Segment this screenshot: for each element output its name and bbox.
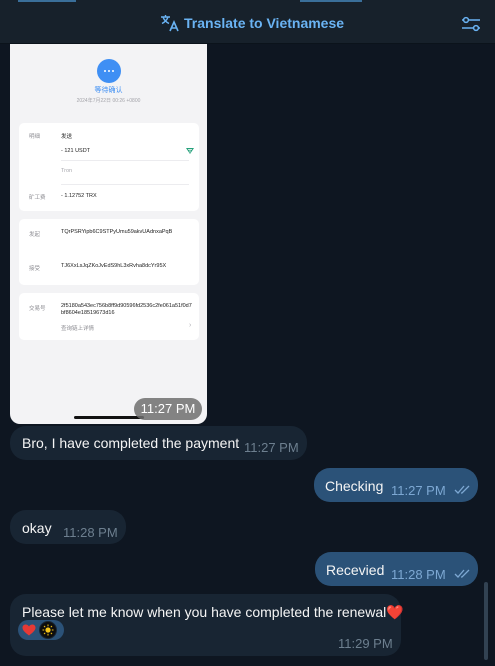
payment-screenshot[interactable]: 等待确认 2024年7月22日 00:26 +0800 明细 发送 - 121 …: [10, 44, 207, 424]
message-text: Checking: [325, 478, 384, 494]
txid-label: 交易号: [29, 306, 46, 312]
image-timestamp: 11:27 PM: [134, 398, 202, 420]
message-text: okay: [22, 520, 52, 536]
header-accent: [300, 0, 362, 2]
translate-icon: [161, 15, 179, 32]
translate-label: Translate to Vietnamese: [184, 15, 345, 31]
message-text: Please let me know when you have complet…: [22, 604, 404, 620]
detail-card: 明细 发送 - 121 USDT Tron 矿工费 - 1.12752 TRX: [19, 123, 199, 211]
chevron-right-icon: ›: [189, 322, 192, 329]
message-time: 11:28 PM: [63, 525, 118, 540]
message-incoming[interactable]: okay 11:28 PM: [10, 510, 126, 544]
pending-icon: [97, 59, 121, 83]
message-incoming[interactable]: Bro, I have completed the payment 11:27 …: [10, 426, 307, 460]
home-indicator: [74, 416, 144, 419]
fee-label: 矿工费: [29, 195, 46, 201]
message-time: 11:27 PM: [391, 483, 446, 498]
message-text: Bro, I have completed the payment: [22, 435, 240, 451]
detail-label: 明细: [29, 134, 41, 140]
reaction-chip[interactable]: [18, 620, 64, 640]
txid-value: 2f5180a543ec756b8ff9d90596fd2536c2fe061a…: [61, 303, 192, 316]
to-label: 接受: [29, 266, 41, 272]
message-text: Recevied: [326, 562, 385, 578]
network-value: Tron: [61, 168, 73, 174]
divider: [61, 160, 189, 161]
double-check-icon: [454, 485, 470, 494]
message-outgoing[interactable]: Checking 11:27 PM: [314, 468, 478, 502]
amount-value: - 121 USDT: [61, 148, 91, 154]
message-time: 11:27 PM: [244, 440, 299, 455]
heart-icon: [21, 622, 37, 638]
header-accent: [18, 0, 76, 2]
address-card: 发起 TQrPSRYipb6C9STPyUmu59akvUAdnxaPqB 接受…: [19, 219, 199, 285]
sliders-icon[interactable]: [461, 16, 481, 32]
send-label: 发送: [61, 134, 73, 140]
message-incoming[interactable]: Please let me know when you have complet…: [10, 594, 404, 656]
message-time: 11:29 PM: [338, 636, 393, 651]
heart-emoji: ❤️: [386, 604, 404, 620]
message-outgoing[interactable]: Recevied 11:28 PM: [315, 552, 478, 586]
reactor-avatar: [39, 621, 57, 639]
divider: [61, 184, 189, 185]
translate-button[interactable]: Translate to Vietnamese: [160, 14, 344, 32]
fee-value: - 1.12752 TRX: [61, 193, 97, 199]
to-address: TJ6XxLsJqZKoJvEdS9hL3xRvha8dcYr95X: [61, 263, 167, 269]
tether-icon: [186, 148, 194, 154]
message-time: 11:28 PM: [391, 567, 446, 582]
chain-detail-link: 查询链上详情: [61, 326, 95, 332]
chat-header: Translate to Vietnamese: [0, 0, 495, 44]
status-label: 等待确认: [94, 87, 123, 94]
double-check-icon: [454, 569, 470, 578]
status-date: 2024年7月22日 00:26 +0800: [76, 98, 141, 104]
from-label: 发起: [29, 232, 41, 238]
from-address: TQrPSRYipb6C9STPyUmu59akvUAdnxaPqB: [61, 229, 173, 235]
txid-card: 交易号 2f5180a543ec756b8ff9d90596fd2536c2fe…: [19, 293, 199, 340]
chat-scrollbar[interactable]: [484, 582, 488, 660]
